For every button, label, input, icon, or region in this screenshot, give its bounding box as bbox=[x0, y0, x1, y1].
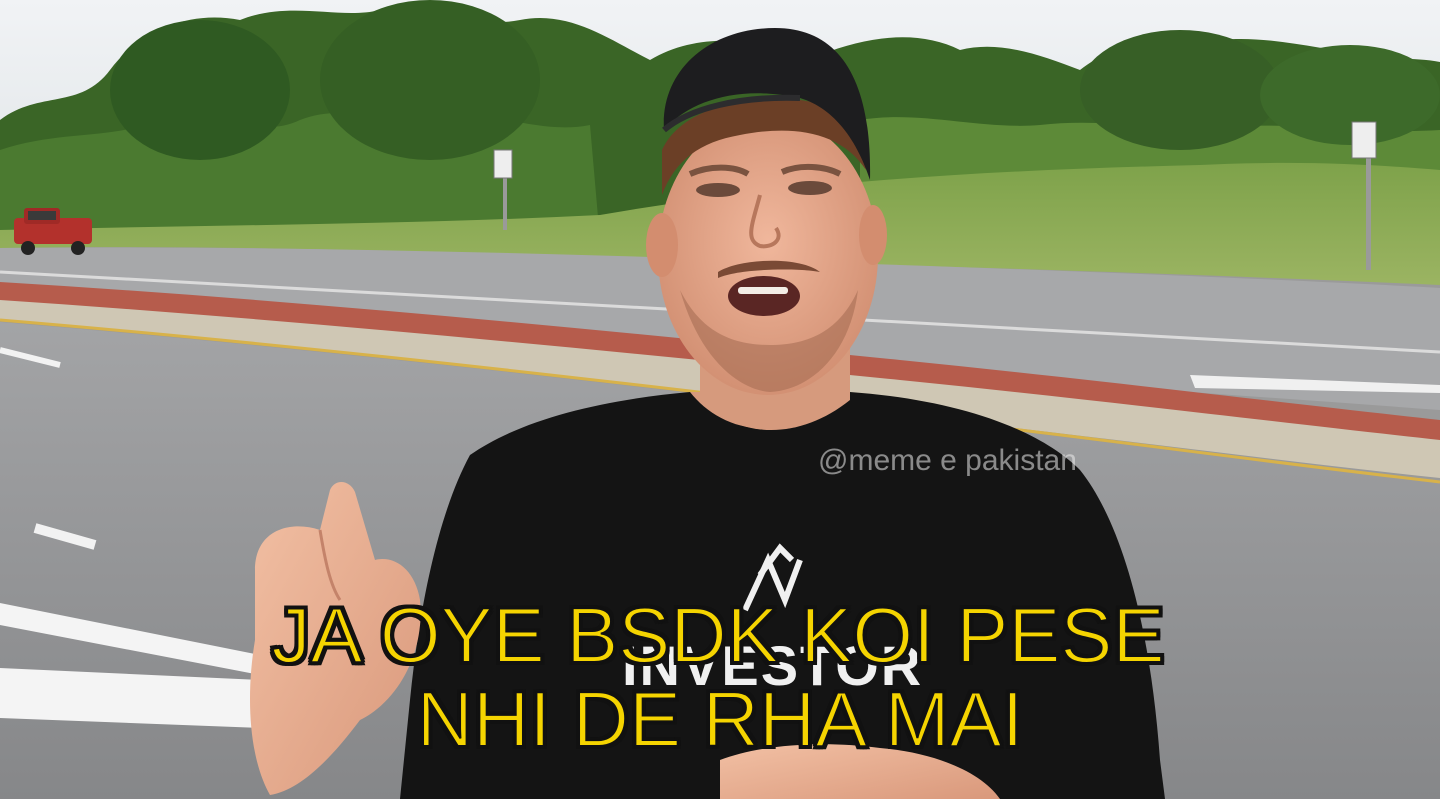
watermark: @meme e pakistan bbox=[818, 444, 1077, 477]
caption-line-2: NHI DE RHA MAI bbox=[416, 675, 1025, 763]
meme-image: INVESTOR @meme e pakistan JA OYE BSDK KO… bbox=[0, 0, 1440, 799]
caption-line-1: JA OYE BSDK KOI PESE bbox=[270, 591, 1165, 679]
